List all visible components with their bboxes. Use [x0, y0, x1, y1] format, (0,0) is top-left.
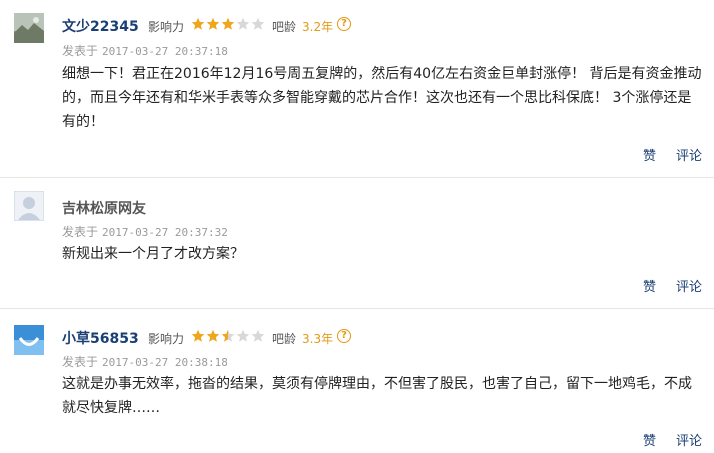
comment-item: 吉林松原网友 发表于 2017-03-27 20:37:32 新规出来一个月了才改…: [0, 178, 714, 309]
help-icon[interactable]: ?: [337, 329, 351, 343]
star-empty-icon: [236, 17, 250, 30]
star-filled-icon: [206, 329, 220, 342]
like-button[interactable]: 赞: [643, 434, 656, 449]
comment-content: 新规出来一个月了才改方案？: [62, 246, 244, 262]
age-label: 吧龄: [272, 332, 297, 346]
help-icon[interactable]: ?: [337, 17, 351, 31]
age-value: 3.3年: [302, 332, 334, 346]
posted-label: 发表于: [62, 355, 99, 369]
comment-content: 细想一下！君正在2016年12月16号周五复牌的，然后有40亿左右资金巨单封涨停…: [62, 66, 702, 130]
avatar[interactable]: [14, 191, 44, 221]
comment-actions: 赞 评论: [623, 145, 702, 164]
comment-item: 文少22345 影响力 吧龄 3.2年 ? 发表于 2017-03-27 20:3…: [0, 0, 714, 178]
comment-actions: 赞 评论: [623, 276, 702, 295]
star-filled-icon: [221, 17, 235, 30]
comment-item: 小草56853 影响力 吧龄 3.3年 ? 发表于 2017-03-27 20:3…: [0, 309, 714, 453]
default-user-avatar-icon: [14, 191, 44, 221]
influence-label: 影响力: [148, 332, 185, 346]
star-filled-icon: [191, 329, 205, 342]
posted-datetime: 2017-03-27 20:38:18: [102, 356, 228, 369]
comment-content: 这就是办事无效率，拖沓的结果，莫须有停牌理由，不但害了股民，也害了自己，留下一地…: [62, 376, 692, 416]
username[interactable]: 文少22345: [62, 16, 139, 36]
posted-datetime: 2017-03-27 20:37:18: [102, 45, 228, 58]
post-time: 发表于 2017-03-27 20:38:18: [62, 353, 228, 370]
star-empty-icon: [236, 329, 250, 342]
age-label: 吧龄: [272, 20, 297, 34]
star-filled-icon: [206, 17, 220, 30]
star-half-icon: [221, 329, 235, 342]
avatar[interactable]: [14, 325, 44, 355]
influence-stars: [191, 329, 266, 343]
like-button[interactable]: 赞: [643, 149, 656, 164]
reply-button[interactable]: 评论: [676, 434, 702, 449]
star-empty-icon: [251, 17, 265, 30]
age-value: 3.2年: [302, 20, 334, 34]
posted-datetime: 2017-03-27 20:37:32: [102, 226, 228, 239]
influence-label: 影响力: [148, 20, 185, 34]
star-empty-icon: [251, 329, 265, 342]
like-button[interactable]: 赞: [643, 280, 656, 295]
blue-smile-avatar-icon: [14, 325, 44, 355]
reply-button[interactable]: 评论: [676, 280, 702, 295]
influence-stars: [191, 17, 266, 31]
reply-button[interactable]: 评论: [676, 149, 702, 164]
post-time: 发表于 2017-03-27 20:37:32: [62, 223, 228, 240]
posted-label: 发表于: [62, 225, 99, 239]
avatar[interactable]: [14, 13, 44, 43]
username[interactable]: 吉林松原网友: [62, 198, 146, 218]
post-time: 发表于 2017-03-27 20:37:18: [62, 42, 228, 59]
username[interactable]: 小草56853: [62, 328, 139, 348]
comment-actions: 赞 评论: [623, 430, 702, 449]
landscape-avatar-icon: [14, 13, 44, 43]
posted-label: 发表于: [62, 44, 99, 58]
star-filled-icon: [191, 17, 205, 30]
